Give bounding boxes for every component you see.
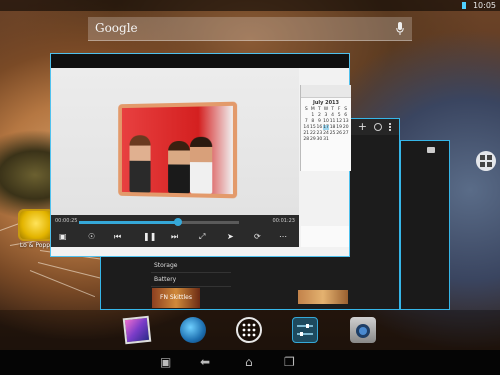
calendar-weekday: S [344,107,348,112]
gallery-icon[interactable] [122,315,152,345]
calendar-day[interactable]: 3 [323,113,330,118]
calendar-day[interactable]: 19 [336,125,343,130]
player-controls: 00:00:25 00:01:23 ▣ ☉ ⏮ ❚❚ ⏭ ⤢ ➤ ⟳ ⋯ [51,215,299,247]
camera-icon[interactable] [350,317,376,343]
clock: 10:05 [472,1,496,10]
gear-icon[interactable] [374,123,382,131]
total-time: 00:01:23 [272,218,295,224]
calendar-day[interactable]: 15 [310,125,317,130]
screen-icon[interactable]: ▣ [59,232,67,242]
calendar-day[interactable]: 12 [336,119,343,124]
battery-icon [462,2,466,9]
settings-item-storage[interactable]: Storage [151,259,231,273]
shrink-icon[interactable]: ⤢ [199,232,205,242]
calendar-toolbar [301,85,351,98]
settings-item-battery[interactable]: Battery [151,273,231,287]
calendar-weekday: W [323,107,329,112]
calendar-day[interactable]: 22 [310,131,317,136]
dock [0,310,500,350]
back-icon[interactable]: ⬅ [200,356,210,369]
seek-bar[interactable] [79,218,239,226]
calendar-day[interactable]: 13 [342,119,349,124]
calendar-day[interactable]: 8 [310,119,317,124]
calendar-day[interactable]: 6 [342,113,349,118]
google-search-label[interactable]: Google [95,21,138,35]
status-bar: 10:05 [0,0,500,11]
video-area[interactable]: 00:00:25 00:01:23 ▣ ☉ ⏮ ❚❚ ⏭ ⤢ ➤ ⟳ ⋯ [51,68,299,247]
calendar-day[interactable]: 24 [323,131,330,136]
card-title-bar [51,54,349,68]
cursor-icon[interactable]: ➤ [227,232,234,242]
calendar-day[interactable]: 27 [342,131,349,136]
settings-sliders-icon[interactable] [292,317,318,343]
camera-icon [427,147,435,153]
navigation-bar: ▣ ⬅ ⌂ ❐ [0,350,500,375]
calendar-day[interactable]: 29 [310,137,317,142]
calendar-weekday: M [310,107,315,112]
app-drawer-icon[interactable] [236,317,262,343]
calendar-day[interactable]: 31 [323,137,330,142]
screenshot-icon[interactable]: ▣ [160,356,171,369]
app-shortcut-icon[interactable] [18,209,54,241]
calendar-day[interactable]: 26 [336,131,343,136]
pause-icon[interactable]: ❚❚ [143,232,156,242]
calendar-day[interactable]: 17 [322,125,330,130]
recent-app-card-3[interactable] [400,140,450,310]
overflow-menu-icon[interactable] [389,123,393,131]
browser-globe-icon[interactable] [180,317,206,343]
widget-grid-icon[interactable] [476,151,496,171]
elapsed-time: 00:00:25 [55,218,78,224]
calendar-lower [301,226,349,247]
settings-list: Storage Battery [151,259,231,287]
calendar-day[interactable]: 5 [336,113,343,118]
photo-thumbnail[interactable] [298,290,348,304]
calendar-day[interactable]: 10 [323,119,330,124]
calendar-grid: S M T W T F S 1 2 3 4 5 6 7 8 9 10 11 12 13 14 15 16 17 18 19 20 21… [301,106,351,143]
seek-thumb[interactable] [174,218,183,226]
home-icon[interactable]: ⌂ [245,356,253,369]
add-icon[interactable]: + [358,120,367,133]
recent-apps-icon[interactable]: ❐ [284,356,295,369]
search-bar[interactable]: Google [88,17,412,41]
next-icon[interactable]: ⏭ [171,232,178,242]
calendar-weekday: F [337,107,341,112]
calendar-day[interactable]: 1 [310,113,317,118]
previous-icon[interactable]: ⏮ [114,232,121,242]
calendar-widget[interactable]: July 2013 S M T W T F S 1 2 3 4 5 6 7 8 9 10 11 12 13 14 15 16… [300,85,351,171]
video-frame [118,101,238,199]
game-thumbnail[interactable]: FN Skittles [152,288,200,308]
microphone-icon[interactable] [396,22,404,35]
video-content [121,105,233,195]
calendar-day[interactable]: 20 [342,125,349,130]
more-icon[interactable]: ⋯ [279,232,287,242]
repeat-icon[interactable]: ⟳ [254,232,261,242]
brightness-icon[interactable]: ☉ [88,232,95,242]
